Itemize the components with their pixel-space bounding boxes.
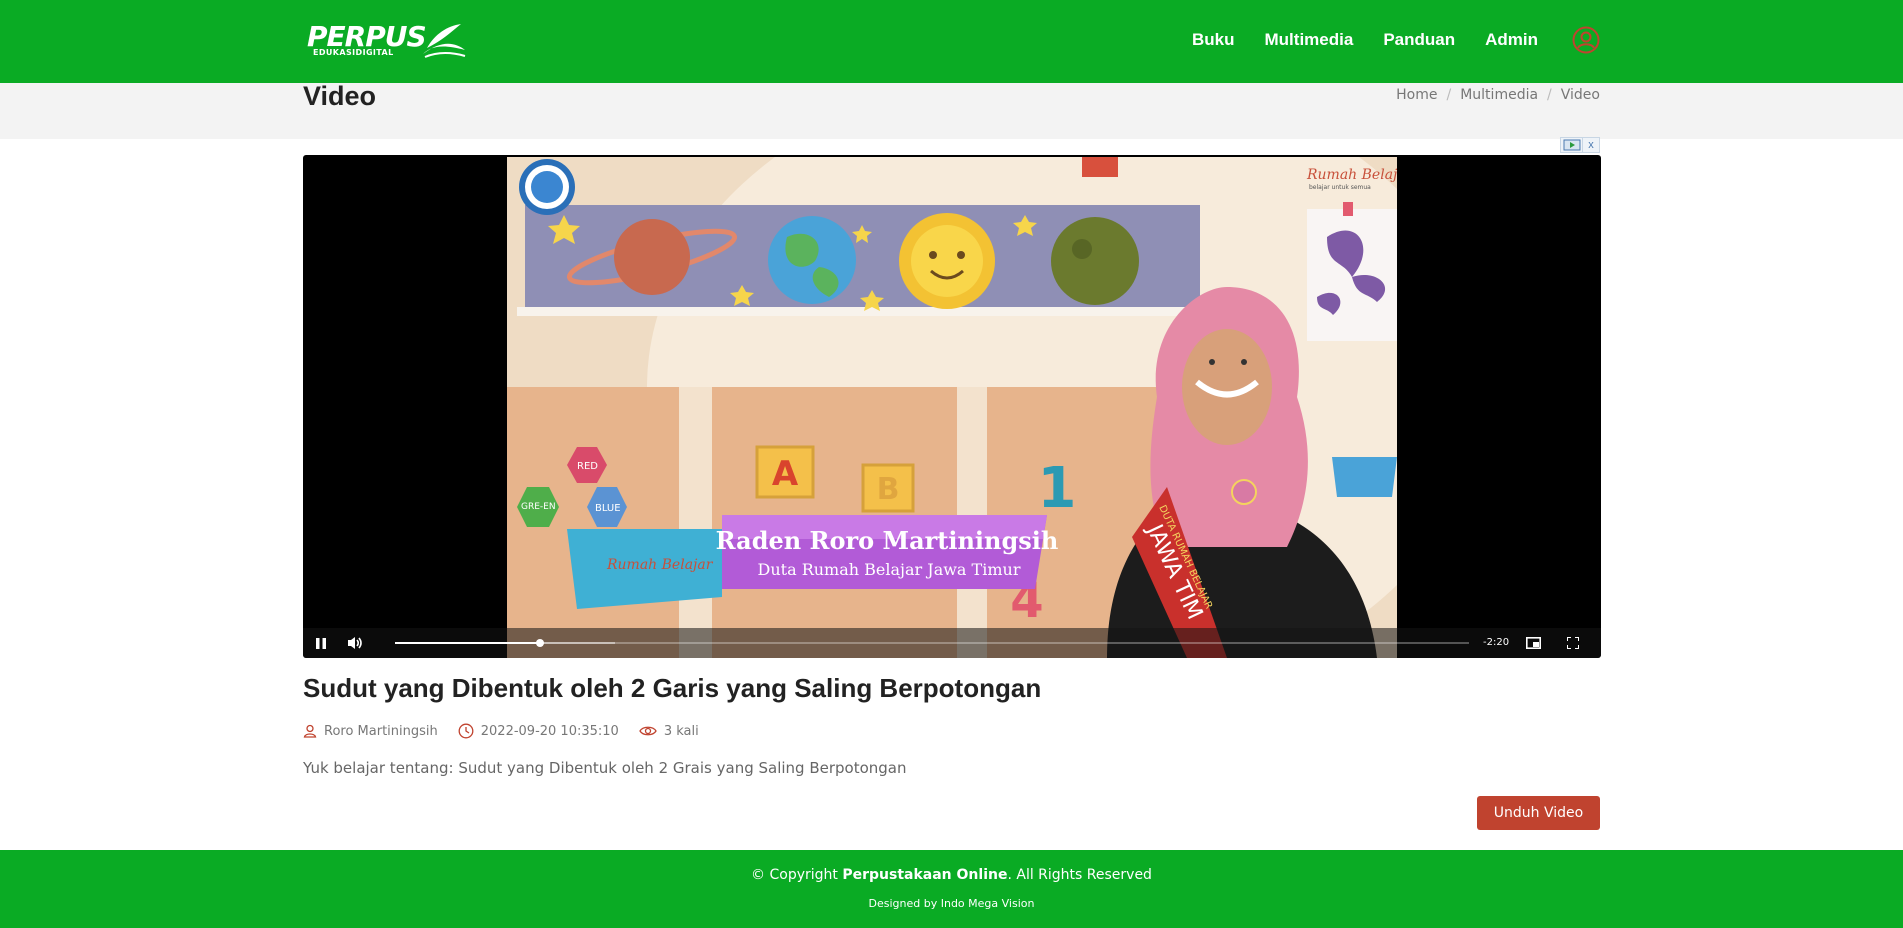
video-title: Sudut yang Dibentuk oleh 2 Garis yang Sa… (303, 673, 1042, 703)
pause-icon (316, 637, 326, 649)
author-name: Roro Martiningsih (324, 723, 438, 739)
video-description: Yuk belajar tentang: Sudut yang Dibentuk… (303, 759, 907, 777)
site-logo[interactable]: PERPUS EDUKASIDIGITAL (303, 20, 468, 60)
brand-top: Rumah Belajar (1306, 167, 1397, 183)
meta-datetime: 2022-09-20 10:35:10 (458, 723, 619, 739)
download-video-button[interactable]: Unduh Video (1477, 796, 1600, 830)
book-leaf-icon (423, 24, 466, 58)
eye-icon (639, 726, 657, 736)
meta-views: 3 kali (639, 724, 699, 739)
breadcrumb-multimedia[interactable]: Multimedia (1460, 87, 1538, 103)
pip-button[interactable] (1520, 628, 1546, 658)
site-header: PERPUS EDUKASIDIGITAL Buku Multimedia Pa… (0, 0, 1903, 83)
user-icon (303, 724, 317, 738)
ad-badge[interactable]: x (1560, 137, 1600, 153)
pause-button[interactable] (309, 628, 333, 658)
view-count: 3 kali (663, 723, 699, 739)
lower-third-name: Raden Roro Martiningsih (716, 526, 1059, 555)
letter-a: A (772, 454, 799, 494)
video-meta: Roro Martiningsih 2022-09-20 10:35:10 3 … (303, 723, 719, 739)
player-controls: -2:20 (303, 628, 1601, 658)
lower-third-role: Duta Rumah Belajar Jawa Timur (758, 560, 1021, 579)
meta-author: Roro Martiningsih (303, 724, 438, 739)
played-bar (395, 642, 540, 644)
main-nav: Buku Multimedia Panduan Admin (1192, 0, 1600, 80)
fullscreen-button[interactable] (1560, 628, 1586, 658)
video-frame[interactable]: RED GRE-EN BLUE A B 1 4 Rumah Belajar be… (507, 157, 1397, 658)
nav-multimedia[interactable]: Multimedia (1265, 30, 1354, 50)
picture-in-picture-icon (1525, 637, 1541, 649)
video-scene: RED GRE-EN BLUE A B 1 4 Rumah Belajar be… (507, 157, 1397, 658)
shape-label-red: RED (577, 461, 598, 472)
site-footer: © Copyright Perpustakaan Online. All Rig… (0, 850, 1903, 928)
page-titlebar: Video Home / Multimedia / Video (0, 83, 1903, 139)
clock-icon (458, 723, 474, 739)
video-player[interactable]: RED GRE-EN BLUE A B 1 4 Rumah Belajar be… (303, 155, 1601, 658)
logo-subtext: EDUKASIDIGITAL (313, 48, 394, 57)
copyright: © Copyright Perpustakaan Online. All Rig… (0, 867, 1903, 883)
progress-bar[interactable] (395, 639, 1469, 647)
volume-icon (348, 637, 362, 649)
copyright-suffix: . All Rights Reserved (1007, 867, 1152, 883)
volume-button[interactable] (341, 628, 369, 658)
footer-site-name[interactable]: Perpustakaan Online (842, 867, 1007, 883)
breadcrumb: Home / Multimedia / Video (1396, 87, 1600, 103)
brand-tagline-top: belajar untuk semua (1309, 184, 1371, 191)
breadcrumb-current: Video (1560, 87, 1600, 103)
upload-datetime: 2022-09-20 10:35:10 (480, 723, 619, 739)
user-circle-icon[interactable] (1572, 26, 1600, 54)
shape-label-green: GRE-EN (521, 502, 556, 512)
copyright-prefix: © Copyright (751, 867, 838, 883)
ad-close-icon[interactable]: x (1583, 138, 1599, 152)
designed-by: Designed by Indo Mega Vision (868, 897, 1035, 910)
letter-b: B (877, 472, 900, 507)
ad-play-icon[interactable] (1561, 138, 1583, 152)
nav-panduan[interactable]: Panduan (1383, 30, 1455, 50)
nav-buku[interactable]: Buku (1192, 30, 1235, 50)
progress-knob[interactable] (535, 639, 544, 647)
fullscreen-icon (1567, 637, 1579, 649)
lower-third-brand: Rumah Belajar (606, 557, 714, 573)
page-title: Video (303, 81, 377, 111)
nav-admin[interactable]: Admin (1485, 30, 1538, 50)
number-1: 1 (1038, 456, 1077, 521)
shape-label-blue: BLUE (595, 503, 621, 514)
time-remaining: -2:20 (1483, 637, 1510, 648)
breadcrumb-home[interactable]: Home (1396, 87, 1437, 103)
